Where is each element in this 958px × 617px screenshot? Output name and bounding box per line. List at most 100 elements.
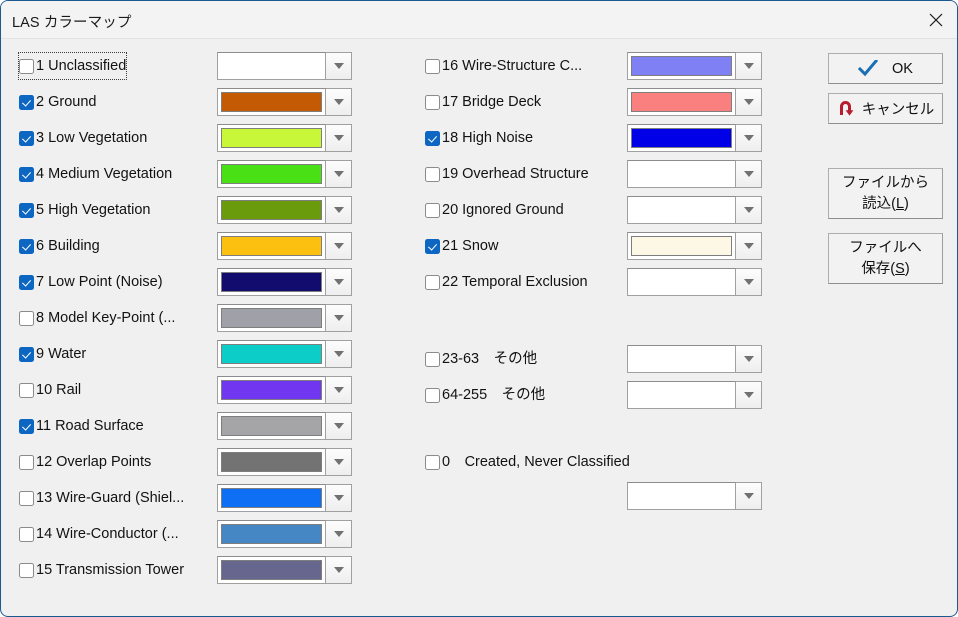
class-18-checkbox-row[interactable]: 18 High Noise	[425, 125, 533, 151]
class-6-color-combo[interactable]	[217, 232, 352, 260]
range-23-63-chevron-down-icon[interactable]	[736, 345, 762, 373]
class-0-created-checkbox[interactable]	[425, 454, 440, 470]
class-11-color-combo[interactable]	[217, 412, 352, 440]
class-22-color-combo[interactable]	[627, 268, 762, 296]
range-23-63-checkbox-row[interactable]: 23-63 その他	[425, 346, 537, 372]
class-21-color-combo[interactable]	[627, 232, 762, 260]
class-12-checkbox-row[interactable]: 12 Overlap Points	[19, 449, 151, 475]
class-17-color-combo[interactable]	[627, 88, 762, 116]
class-13-checkbox-row[interactable]: 13 Wire-Guard (Shiel...	[19, 485, 184, 511]
close-icon[interactable]	[913, 1, 957, 38]
class-22-chevron-down-icon[interactable]	[736, 268, 762, 296]
class-13-checkbox[interactable]	[19, 490, 34, 506]
class-4-checkbox[interactable]	[19, 166, 34, 182]
class-9-checkbox-row[interactable]: 9 Water	[19, 341, 86, 367]
class-16-chevron-down-icon[interactable]	[736, 52, 762, 80]
class-16-checkbox[interactable]	[425, 58, 440, 74]
class-10-color-combo[interactable]	[217, 376, 352, 404]
class-20-checkbox[interactable]	[425, 202, 440, 218]
class-15-chevron-down-icon[interactable]	[326, 556, 352, 584]
class-5-checkbox-row[interactable]: 5 High Vegetation	[19, 197, 150, 223]
class-7-chevron-down-icon[interactable]	[326, 268, 352, 296]
class-4-checkbox-row[interactable]: 4 Medium Vegetation	[19, 161, 172, 187]
range-64-255-checkbox-row[interactable]: 64-255 その他	[425, 382, 545, 408]
class-7-checkbox-row[interactable]: 7 Low Point (Noise)	[19, 269, 163, 295]
class-1-checkbox-row[interactable]: 1 Unclassified	[17, 52, 128, 80]
class-5-color-combo[interactable]	[217, 196, 352, 224]
class-12-checkbox[interactable]	[19, 454, 34, 470]
class-6-checkbox-row[interactable]: 6 Building	[19, 233, 100, 259]
class-20-color-combo[interactable]	[627, 196, 762, 224]
load-from-file-button[interactable]: ファイルから 読込(L)	[828, 168, 943, 219]
class-3-checkbox[interactable]	[19, 130, 34, 146]
class-13-color-combo[interactable]	[217, 484, 352, 512]
class-9-chevron-down-icon[interactable]	[326, 340, 352, 368]
class-4-chevron-down-icon[interactable]	[326, 160, 352, 188]
class-15-checkbox[interactable]	[19, 562, 34, 578]
class-14-chevron-down-icon[interactable]	[326, 520, 352, 548]
class-9-color-combo[interactable]	[217, 340, 352, 368]
class-14-checkbox-row[interactable]: 14 Wire-Conductor (...	[19, 521, 179, 547]
class-21-checkbox-row[interactable]: 21 Snow	[425, 233, 498, 259]
class-11-chevron-down-icon[interactable]	[326, 412, 352, 440]
class-4-color-combo[interactable]	[217, 160, 352, 188]
class-21-checkbox[interactable]	[425, 238, 440, 254]
class-1-checkbox[interactable]	[19, 58, 34, 74]
range-23-63-color-combo[interactable]	[627, 345, 762, 373]
class-1-chevron-down-icon[interactable]	[326, 52, 352, 80]
class-2-color-combo[interactable]	[217, 88, 352, 116]
class-17-checkbox[interactable]	[425, 94, 440, 110]
class-3-chevron-down-icon[interactable]	[326, 124, 352, 152]
class-5-checkbox[interactable]	[19, 202, 34, 218]
class-19-checkbox-row[interactable]: 19 Overhead Structure	[425, 161, 589, 187]
class-2-chevron-down-icon[interactable]	[326, 88, 352, 116]
class-20-checkbox-row[interactable]: 20 Ignored Ground	[425, 197, 564, 223]
class-10-checkbox[interactable]	[19, 382, 34, 398]
class-7-checkbox[interactable]	[19, 274, 34, 290]
class-3-checkbox-row[interactable]: 3 Low Vegetation	[19, 125, 147, 151]
class-18-checkbox[interactable]	[425, 130, 440, 146]
class-0-created-color-combo[interactable]	[627, 482, 762, 510]
class-14-color-combo[interactable]	[217, 520, 352, 548]
class-6-chevron-down-icon[interactable]	[326, 232, 352, 260]
class-5-chevron-down-icon[interactable]	[326, 196, 352, 224]
class-3-color-combo[interactable]	[217, 124, 352, 152]
class-21-chevron-down-icon[interactable]	[736, 232, 762, 260]
range-64-255-checkbox[interactable]	[425, 387, 440, 403]
class-18-chevron-down-icon[interactable]	[736, 124, 762, 152]
class-15-color-combo[interactable]	[217, 556, 352, 584]
class-16-checkbox-row[interactable]: 16 Wire-Structure C...	[425, 53, 582, 79]
range-64-255-chevron-down-icon[interactable]	[736, 381, 762, 409]
class-14-checkbox[interactable]	[19, 526, 34, 542]
class-19-color-combo[interactable]	[627, 160, 762, 188]
class-9-checkbox[interactable]	[19, 346, 34, 362]
class-22-checkbox[interactable]	[425, 274, 440, 290]
class-15-checkbox-row[interactable]: 15 Transmission Tower	[19, 557, 184, 583]
class-7-color-combo[interactable]	[217, 268, 352, 296]
class-13-chevron-down-icon[interactable]	[326, 484, 352, 512]
class-0-created-chevron-down-icon[interactable]	[736, 482, 762, 510]
class-8-color-combo[interactable]	[217, 304, 352, 332]
class-8-checkbox[interactable]	[19, 310, 34, 326]
class-18-color-combo[interactable]	[627, 124, 762, 152]
range-23-63-checkbox[interactable]	[425, 351, 440, 367]
class-20-chevron-down-icon[interactable]	[736, 196, 762, 224]
class-10-checkbox-row[interactable]: 10 Rail	[19, 377, 81, 403]
class-6-checkbox[interactable]	[19, 238, 34, 254]
class-17-chevron-down-icon[interactable]	[736, 88, 762, 116]
class-11-checkbox-row[interactable]: 11 Road Surface	[19, 413, 144, 439]
class-0-created-checkbox-row[interactable]: 0 Created, Never Classified	[425, 449, 630, 475]
class-16-color-combo[interactable]	[627, 52, 762, 80]
cancel-button[interactable]: キャンセル	[828, 93, 943, 124]
class-8-chevron-down-icon[interactable]	[326, 304, 352, 332]
range-64-255-color-combo[interactable]	[627, 381, 762, 409]
class-19-chevron-down-icon[interactable]	[736, 160, 762, 188]
class-2-checkbox[interactable]	[19, 94, 34, 110]
class-12-color-combo[interactable]	[217, 448, 352, 476]
class-2-checkbox-row[interactable]: 2 Ground	[19, 89, 96, 115]
class-12-chevron-down-icon[interactable]	[326, 448, 352, 476]
class-8-checkbox-row[interactable]: 8 Model Key-Point (...	[19, 305, 175, 331]
class-22-checkbox-row[interactable]: 22 Temporal Exclusion	[425, 269, 588, 295]
class-11-checkbox[interactable]	[19, 418, 34, 434]
class-17-checkbox-row[interactable]: 17 Bridge Deck	[425, 89, 541, 115]
